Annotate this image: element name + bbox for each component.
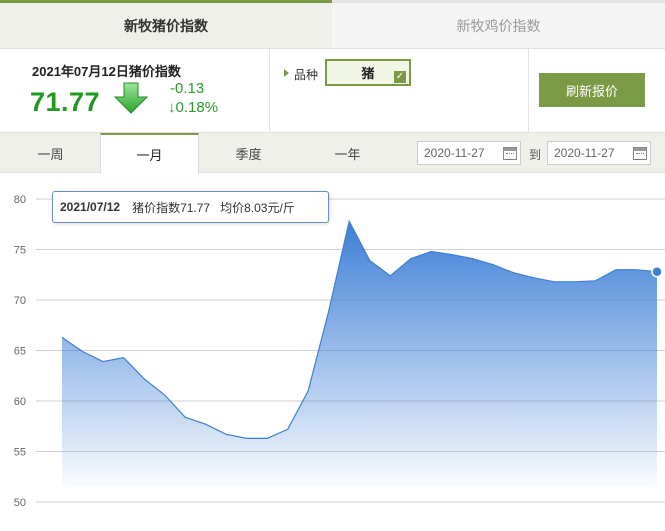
tooltip-average: 均价8.03元/斤 [220,200,295,215]
divider [269,49,270,133]
date-from-value: 2020-11-27 [424,146,485,160]
tab-month[interactable]: 一月 [100,133,199,174]
y-tick-label: 50 [14,497,26,509]
y-tick-label: 55 [14,447,26,459]
tooltip-date: 2021/07/12 [60,200,121,214]
tab-pig-index[interactable]: 新牧猪价指数 [0,0,332,48]
tooltip-index: 猪价指数71.77 [132,200,211,215]
y-tick-label: 70 [14,295,26,307]
highlighted-data-point[interactable] [651,265,663,278]
tab-year[interactable]: 一年 [298,133,397,173]
calendar-icon[interactable] [503,147,517,160]
price-area-chart: 50 55 60 65 70 75 80 [14,194,665,509]
refresh-price-button[interactable]: 刷新报价 [539,73,645,107]
tab-chicken-index[interactable]: 新牧鸡价指数 [332,0,665,48]
date-from-input[interactable]: 2020-11-27 [417,141,521,165]
y-tick-label: 65 [14,346,26,358]
tab-quarter[interactable]: 季度 [199,133,298,173]
date-range-separator: 到 [529,148,542,162]
y-tick-label: 80 [14,194,26,206]
date-to-input[interactable]: 2020-11-27 [547,141,651,165]
summary-panel: 2021年07月12日猪价指数 71.77 -0.13 ↓0.18% 品种 猪 … [0,48,665,133]
summary-date-title: 2021年07月12日猪价指数 [32,64,181,79]
price-change: -0.13 [170,80,205,97]
variety-selector[interactable]: 猪 ✓ [325,59,411,86]
check-icon: ✓ [394,71,406,83]
y-tick-label: 75 [14,245,26,257]
date-to-value: 2020-11-27 [554,146,615,160]
index-tabs: 新牧猪价指数 新牧鸡价指数 [0,0,665,48]
price-change-percent: ↓0.18% [168,99,219,116]
tab-week[interactable]: 一周 [1,133,100,173]
y-tick-label: 60 [14,396,26,408]
down-arrow-icon [114,82,148,114]
chart-tooltip: 2021/07/12 猪价指数71.77 均价8.03元/斤 [52,191,329,223]
series-area [62,221,657,486]
triangle-right-icon [284,69,289,77]
current-price: 71.77 [30,87,101,117]
variety-value: 猪 [361,66,375,81]
divider [528,49,529,133]
calendar-icon[interactable] [633,147,647,160]
variety-label: 品种 [294,68,319,82]
